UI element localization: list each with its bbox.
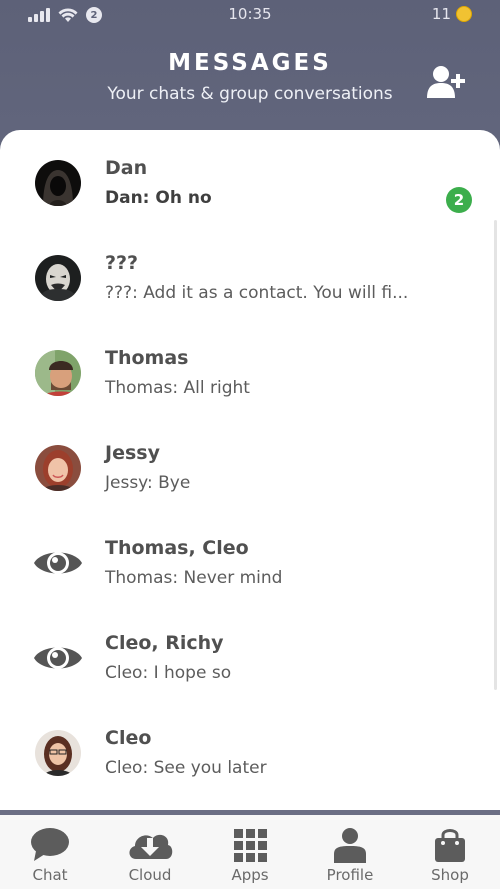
status-time: 10:35 (228, 5, 272, 23)
avatar-anonymous (35, 255, 81, 301)
chat-row-thomas-cleo[interactable]: Thomas, Cleo Thomas: Never mind (0, 510, 500, 605)
chat-preview: Thomas: Never mind (105, 568, 283, 588)
chat-preview: Cleo: See you later (105, 758, 267, 778)
chat-row-cleo[interactable]: Cleo Cleo: See you later (0, 700, 500, 795)
eye-icon (32, 543, 84, 583)
profile-icon (334, 828, 366, 863)
chat-row-cleo-richy[interactable]: Cleo, Richy Cleo: I hope so (0, 605, 500, 700)
scrollbar[interactable] (494, 220, 497, 690)
tab-profile[interactable]: Profile (300, 815, 400, 889)
chat-preview: Thomas: All right (105, 378, 250, 398)
coin-icon (456, 6, 472, 22)
tab-label: Profile (326, 866, 374, 884)
avatar-jessy (35, 445, 81, 491)
chat-name: Thomas (105, 347, 189, 369)
tab-bar: Chat Cloud Apps Profile Shop (0, 810, 500, 889)
chat-name: Thomas, Cleo (105, 537, 249, 559)
chat-preview: ???: Add it as a contact. You will fi... (105, 283, 409, 303)
chat-name: Jessy (105, 442, 160, 464)
avatar-cleo (35, 730, 81, 776)
tab-shop[interactable]: Shop (400, 815, 500, 889)
chat-name: Cleo (105, 727, 152, 749)
page-title: MESSAGES (168, 50, 332, 76)
status-right: 11 (432, 5, 472, 23)
tab-label: Apps (231, 866, 269, 884)
chat-row-unknown[interactable]: ??? ???: Add it as a contact. You will f… (0, 225, 500, 320)
status-bar: 2 10:35 11 (0, 0, 500, 30)
unread-badge: 2 (446, 187, 472, 213)
chat-name: Dan (105, 157, 148, 179)
tab-label: Cloud (128, 866, 172, 884)
chat-preview: Jessy: Bye (105, 473, 191, 493)
tab-label: Shop (431, 866, 469, 884)
tab-cloud[interactable]: Cloud (100, 815, 200, 889)
tab-apps[interactable]: Apps (200, 815, 300, 889)
chat-bubble-icon (31, 828, 69, 861)
chat-row-jessy[interactable]: Jessy Jessy: Bye (0, 415, 500, 510)
coin-count: 11 (431, 5, 451, 23)
add-user-icon[interactable] (426, 64, 466, 100)
avatar-dan (35, 160, 81, 206)
chat-row-dan[interactable]: Dan Dan: Oh no 2 (0, 130, 500, 225)
tab-chat[interactable]: Chat (0, 815, 100, 889)
chat-name: Cleo, Richy (105, 632, 224, 654)
avatar-thomas (35, 350, 81, 396)
apps-grid-icon (234, 829, 267, 862)
chat-row-thomas[interactable]: Thomas Thomas: All right (0, 320, 500, 415)
shopping-bag-icon (435, 829, 465, 862)
cloud-download-icon (129, 834, 173, 859)
page-subtitle: Your chats & group conversations (107, 84, 393, 104)
chat-list: Dan Dan: Oh no 2 ??? ???: Add it as a co… (0, 130, 500, 810)
chat-preview: Dan: Oh no (105, 188, 212, 208)
chat-preview: Cleo: I hope so (105, 663, 232, 683)
tab-label: Chat (32, 866, 68, 884)
eye-icon (32, 638, 84, 678)
chat-name: ??? (105, 252, 139, 274)
